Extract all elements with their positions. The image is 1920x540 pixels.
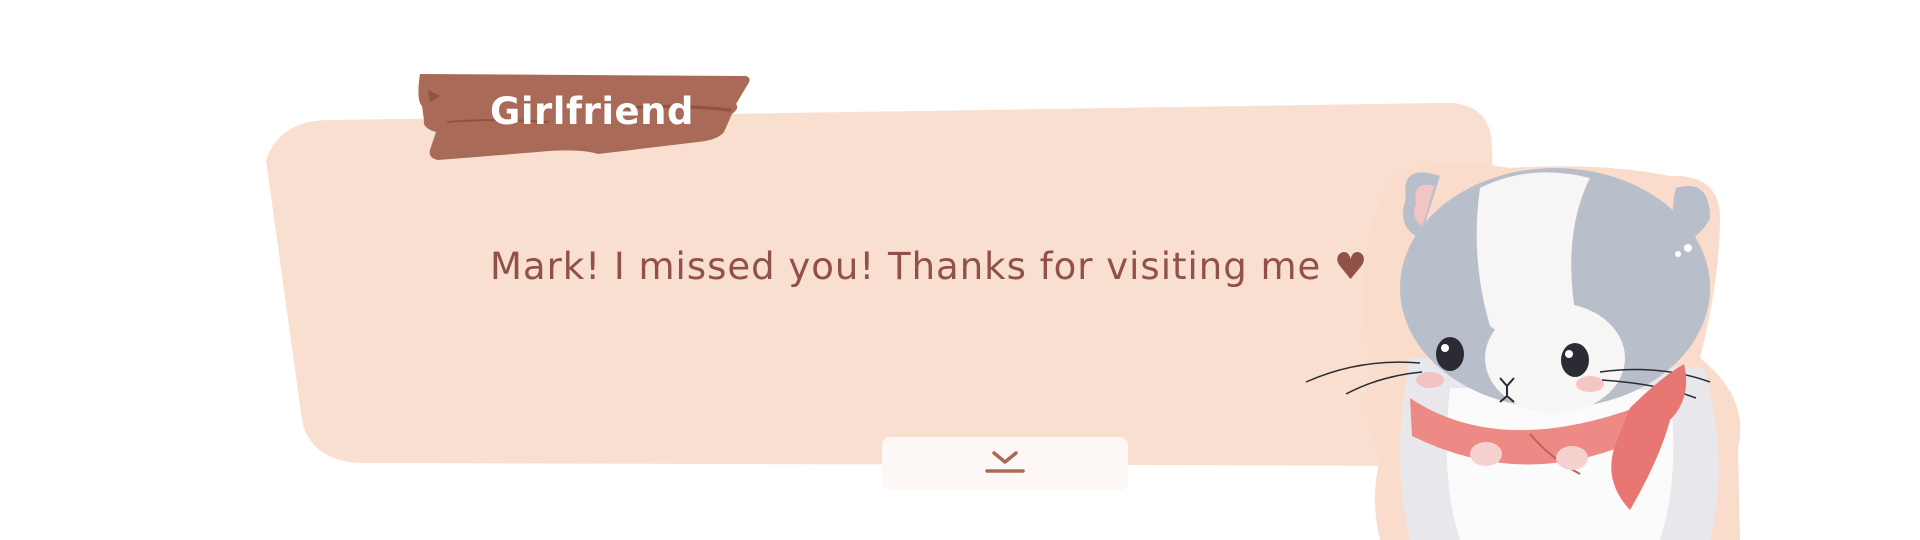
chevron-down-icon [985,451,1025,473]
dialog-text: Mark! I missed you! Thanks for visiting … [490,245,1369,288]
speaker-nameplate: Girlfriend [418,70,752,162]
hamster-character [1305,163,1741,540]
speaker-name: Girlfriend [490,90,694,133]
advance-dialog-button[interactable] [882,437,1128,490]
game-stage: Girlfriend Mark! I missed you! Thanks fo… [0,0,1920,540]
